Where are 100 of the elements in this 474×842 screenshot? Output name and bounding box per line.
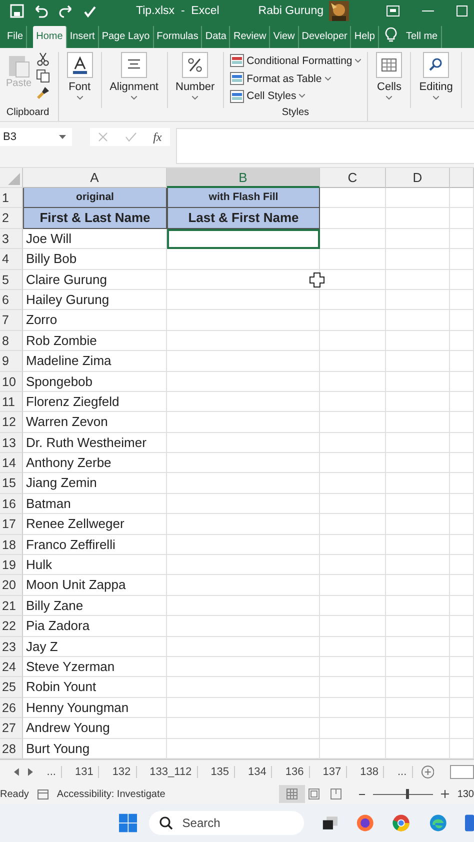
check-icon[interactable] bbox=[124, 132, 137, 142]
table-cell bbox=[320, 351, 386, 372]
table-cell bbox=[450, 270, 474, 290]
row-header[interactable]: 9 bbox=[0, 351, 23, 372]
table-cell: with Flash Fill bbox=[167, 188, 320, 208]
sheet-tab[interactable]: ... bbox=[42, 766, 62, 778]
sheet-tab[interactable]: 134 bbox=[243, 766, 272, 778]
spelling-check-icon[interactable] bbox=[83, 4, 97, 18]
browser-icon[interactable] bbox=[356, 813, 374, 833]
table-style-icon bbox=[230, 72, 244, 85]
table-cell bbox=[450, 698, 474, 718]
lightbulb-icon[interactable] bbox=[384, 27, 397, 43]
row-header[interactable]: 21 bbox=[0, 596, 23, 616]
table-cell bbox=[320, 596, 386, 616]
sheet-tab[interactable]: 136 bbox=[280, 766, 310, 778]
row-header[interactable]: 4 bbox=[0, 249, 23, 270]
copy-icon[interactable] bbox=[36, 69, 50, 83]
add-sheet-icon[interactable] bbox=[420, 765, 434, 779]
macro-record-icon[interactable] bbox=[36, 788, 49, 800]
horizontal-scrollbar[interactable] bbox=[450, 765, 474, 779]
table-cell bbox=[450, 718, 474, 739]
row-header[interactable]: 12 bbox=[0, 412, 23, 433]
row-header[interactable]: 6 bbox=[0, 290, 23, 310]
row-header[interactable]: 18 bbox=[0, 534, 23, 556]
row-header[interactable]: 13 bbox=[0, 432, 23, 454]
sheet-tab[interactable]: 135 bbox=[206, 766, 236, 778]
accessibility-status[interactable]: Accessibility: Investigate bbox=[56, 788, 166, 800]
row-header[interactable]: 17 bbox=[0, 514, 23, 535]
caret-icon bbox=[324, 76, 331, 80]
styles-menu-button[interactable]: Conditional Formatting bbox=[230, 52, 362, 70]
styles-menu-button[interactable]: Format as Table bbox=[230, 70, 331, 88]
table-cell bbox=[386, 575, 450, 596]
column-header[interactable]: C bbox=[320, 168, 386, 188]
cells-button[interactable]: Cells bbox=[368, 52, 412, 108]
zoom-level[interactable]: 130 bbox=[457, 788, 474, 800]
row-header[interactable]: 3 bbox=[0, 228, 23, 250]
scissors-icon[interactable] bbox=[36, 52, 50, 66]
save-icon[interactable] bbox=[10, 4, 24, 18]
task-view-icon[interactable] bbox=[322, 815, 338, 831]
user-name: Rabi Gurung bbox=[258, 5, 324, 17]
browser-icon[interactable] bbox=[392, 813, 411, 833]
row-header[interactable]: 5 bbox=[0, 270, 23, 290]
scroll-right-icon[interactable] bbox=[28, 768, 34, 776]
app-icon[interactable] bbox=[464, 813, 474, 833]
formula-input[interactable] bbox=[176, 128, 474, 164]
column-header[interactable]: A bbox=[23, 168, 167, 188]
zoom-slider[interactable] bbox=[406, 788, 410, 798]
table-cell bbox=[386, 656, 450, 678]
row-header[interactable]: 11 bbox=[0, 392, 23, 412]
table-style-icon bbox=[230, 54, 244, 68]
table-cell bbox=[320, 494, 386, 514]
row-header[interactable]: 19 bbox=[0, 555, 23, 576]
insert-function-button[interactable]: fx bbox=[153, 130, 162, 144]
alignment-button[interactable]: Alignment bbox=[102, 52, 168, 108]
row-header[interactable]: 10 bbox=[0, 372, 23, 392]
number-button[interactable]: Number bbox=[168, 52, 224, 108]
row-header[interactable]: 25 bbox=[0, 677, 23, 698]
row-header[interactable]: 8 bbox=[0, 330, 23, 352]
cursor-icon bbox=[309, 272, 325, 288]
row-header[interactable]: 26 bbox=[0, 698, 23, 718]
ribbon-display-icon[interactable] bbox=[386, 5, 400, 17]
sheet-tab[interactable]: 138 bbox=[355, 766, 384, 778]
row-header[interactable]: 1 bbox=[0, 188, 23, 208]
styles-menu-button[interactable]: Cell Styles bbox=[230, 87, 306, 106]
name-box[interactable]: B3 bbox=[0, 128, 72, 146]
sheet-tab[interactable]: ... bbox=[392, 766, 413, 778]
table-cell bbox=[386, 494, 450, 514]
undo-icon[interactable] bbox=[33, 4, 49, 18]
row-header[interactable]: 7 bbox=[0, 310, 23, 331]
column-header[interactable]: B bbox=[167, 168, 320, 188]
font-button[interactable]: Font bbox=[58, 52, 102, 108]
row-header[interactable]: 28 bbox=[0, 738, 23, 759]
column-header[interactable]: D bbox=[386, 168, 450, 188]
editing-button[interactable]: Editing bbox=[411, 52, 462, 108]
row-header[interactable]: 27 bbox=[0, 718, 23, 739]
row-header[interactable]: 15 bbox=[0, 473, 23, 494]
zoom-in-icon[interactable] bbox=[441, 790, 450, 798]
brush-icon[interactable] bbox=[36, 86, 50, 100]
table-cell bbox=[386, 677, 450, 698]
sheet-tab[interactable]: 132 bbox=[107, 766, 137, 778]
scroll-left-icon[interactable] bbox=[14, 768, 20, 776]
search-field[interactable]: Search bbox=[149, 811, 304, 835]
row-header[interactable]: 2 bbox=[0, 208, 23, 229]
row-header[interactable]: 16 bbox=[0, 494, 23, 514]
start-icon[interactable] bbox=[119, 813, 138, 833]
row-header[interactable]: 23 bbox=[0, 636, 23, 657]
row-header[interactable]: 20 bbox=[0, 575, 23, 596]
row-header[interactable]: 22 bbox=[0, 616, 23, 637]
sheet-tab[interactable]: 137 bbox=[318, 766, 348, 778]
caret-icon bbox=[355, 58, 362, 63]
sheet-tab[interactable]: 131 bbox=[70, 766, 100, 778]
row-header[interactable]: 24 bbox=[0, 656, 23, 678]
redo-icon[interactable] bbox=[58, 4, 74, 18]
browser-icon[interactable] bbox=[428, 813, 447, 833]
maximize-icon[interactable] bbox=[456, 5, 468, 17]
caret-icon bbox=[131, 96, 138, 100]
ribbon-tab[interactable]: Home bbox=[33, 26, 67, 48]
table-cell bbox=[450, 656, 474, 678]
sheet-tab[interactable]: 133_112 bbox=[144, 766, 198, 778]
row-header[interactable]: 14 bbox=[0, 453, 23, 474]
